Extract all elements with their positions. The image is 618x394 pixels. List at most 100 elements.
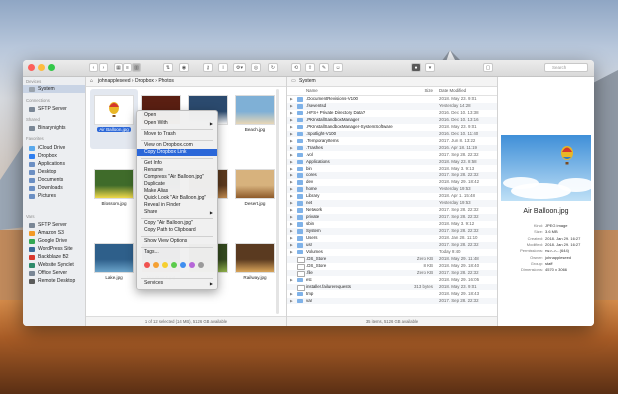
disclosure-triangle-icon[interactable]: ▶: [290, 221, 293, 228]
tag-blue-icon[interactable]: [180, 262, 186, 268]
sidebar-item-binarynights[interactable]: Binarynights: [23, 124, 85, 132]
disclosure-triangle-icon[interactable]: ▶: [290, 235, 293, 242]
menu-item-rename[interactable]: Rename: [137, 167, 217, 174]
menu-item-open-with[interactable]: Open With ▶: [137, 120, 217, 127]
table-row[interactable]: .file Zero KB 2017. Sep 28. 22:32: [287, 269, 497, 278]
smiley-icon[interactable]: ☺: [333, 63, 343, 72]
table-row[interactable]: ▶ Network 2017. Sep 28. 22:32: [287, 207, 497, 214]
disclosure-triangle-icon[interactable]: ▶: [290, 200, 293, 207]
menu-item-show-view-options[interactable]: Show View Options: [137, 238, 217, 245]
sidebar-item-pictures[interactable]: Pictures: [23, 192, 85, 200]
table-row[interactable]: installer.failurerequests 313 bytes 2018. …: [287, 283, 497, 292]
table-row[interactable]: ▶ .Spotlight-V100 2016. Dec 10. 11:40: [287, 130, 497, 138]
column-name[interactable]: Name: [306, 87, 318, 95]
thumbnail-item[interactable]: Lake.jpg: [90, 237, 138, 297]
menu-item-copy-path-to-clipboard[interactable]: Copy Path to Clipboard: [137, 227, 217, 234]
table-row[interactable]: ▶ .PKInstallSandboxManager-SystemSoftware…: [287, 124, 497, 131]
tag-purple-icon[interactable]: [189, 262, 195, 268]
sync-icon[interactable]: ⟲: [291, 63, 301, 72]
close-button[interactable]: [28, 64, 35, 71]
table-row[interactable]: ▶ .HFS+ Private Directory Data? 2016. Dec …: [287, 110, 497, 117]
tag-green-icon[interactable]: [171, 262, 177, 268]
search-input[interactable]: Search: [544, 63, 588, 72]
menu-item-compress-air-balloon-jpg[interactable]: Compress "Air Balloon.jpg": [137, 174, 217, 181]
refresh-icon[interactable]: ↻: [268, 63, 278, 72]
disclosure-triangle-icon[interactable]: ▶: [290, 131, 293, 138]
table-row[interactable]: ▶ .fseventsd Yesterday 14:28: [287, 102, 497, 110]
table-row[interactable]: ▶ bin 2018. May 3. 9:13: [287, 166, 497, 173]
table-row[interactable]: ▶ Library 2018. Apr 1. 15:48: [287, 193, 497, 200]
disclosure-triangle-icon[interactable]: ▶: [290, 96, 293, 103]
sidebar-item-dropbox[interactable]: Dropbox: [23, 152, 85, 160]
column-date[interactable]: Date Modified: [439, 87, 466, 95]
left-scrollbar[interactable]: [276, 89, 279, 314]
thumbnail-item[interactable]: Blossom.jpg: [90, 163, 138, 223]
disclosure-triangle-icon[interactable]: ▶: [290, 152, 293, 159]
tag-yellow-icon[interactable]: [162, 262, 168, 268]
disclosure-triangle-icon[interactable]: ▶: [290, 291, 293, 298]
thumbnail-item[interactable]: Railway.jpg: [231, 237, 279, 297]
disclosure-triangle-icon[interactable]: ▶: [290, 214, 293, 221]
eye-icon[interactable]: ◎: [251, 63, 261, 72]
thumbnail-item[interactable]: Air Balloon.jpg: [90, 89, 138, 149]
table-row[interactable]: ▶ Volumes Today 9:40: [287, 249, 497, 256]
sidebar-item-system[interactable]: System: [23, 85, 85, 93]
disclosure-triangle-icon[interactable]: ▶: [290, 228, 293, 235]
menu-item-reveal-in-finder[interactable]: Reveal in Finder: [137, 202, 217, 209]
table-row[interactable]: ▶ Users 2018. Jan 28. 11:10: [287, 235, 497, 242]
disclosure-triangle-icon[interactable]: ▶: [290, 249, 293, 256]
table-row[interactable]: ▶ home Yesterday 19:53: [287, 186, 497, 194]
quick-look-icon[interactable]: ◉: [179, 63, 189, 72]
column-view-icon[interactable]: ▥: [132, 63, 141, 72]
sidebar-item-google-drive[interactable]: Google Drive: [23, 237, 85, 245]
thumbnail-item[interactable]: Desert.jpg: [231, 163, 279, 223]
menu-item-duplicate[interactable]: Duplicate: [137, 181, 217, 188]
info-icon[interactable]: i: [218, 63, 228, 72]
sidebar-item-desktop[interactable]: Desktop: [23, 168, 85, 176]
preview-icon[interactable]: ▢: [483, 63, 493, 72]
menu-item-services[interactable]: Services ▶: [137, 280, 217, 287]
table-row[interactable]: ▶ sbin 2018. May 3. 9:12: [287, 221, 497, 228]
sidebar-item-amazon-s3[interactable]: Amazon S3: [23, 229, 85, 237]
menu-item-copy-air-balloon-jpg[interactable]: Copy "Air Balloon.jpg": [137, 220, 217, 227]
table-row[interactable]: ▶ tmp 2018. May 29. 18:43: [287, 291, 497, 298]
user-icon[interactable]: ●: [411, 63, 421, 72]
table-row[interactable]: ▶ var 2017. Sep 28. 22:32: [287, 297, 497, 305]
table-row[interactable]: ▶ .vol 2017. Sep 28. 22:32: [287, 152, 497, 159]
menu-item-move-to-trash[interactable]: Move to Trash: [137, 131, 217, 138]
table-row[interactable]: ▶ dev 2018. May 29. 18:42: [287, 179, 497, 186]
sidebar-item-office-server[interactable]: Office Server: [23, 269, 85, 277]
disclosure-triangle-icon[interactable]: ▶: [290, 166, 293, 173]
sidebar-item-sftp-server[interactable]: SFTP Server: [23, 105, 85, 113]
table-row[interactable]: ▶ .Trashes 2016. Apr 18. 11:19: [287, 144, 497, 152]
disclosure-triangle-icon[interactable]: ▶: [290, 277, 293, 284]
disclosure-triangle-icon[interactable]: ▶: [290, 124, 293, 131]
menu-item-get-info[interactable]: Get Info: [137, 160, 217, 167]
disclosure-triangle-icon[interactable]: ▶: [290, 298, 293, 305]
table-row[interactable]: ▶ usr 2017. Sep 28. 22:32: [287, 241, 497, 249]
sidebar-item-documents[interactable]: Documents: [23, 176, 85, 184]
minimize-button[interactable]: [38, 64, 45, 71]
menu-item-copy-dropbox-link[interactable]: Copy Dropbox Link: [137, 149, 217, 156]
disclosure-triangle-icon[interactable]: ▶: [290, 145, 293, 152]
sidebar-item-website-synclet[interactable]: Website Synclet: [23, 261, 85, 269]
dropdown-icon[interactable]: ▾: [425, 63, 435, 72]
edit-icon[interactable]: ✎: [319, 63, 329, 72]
table-row[interactable]: ▶ .TemporaryItems 2017. Jun 8. 13:22: [287, 138, 497, 145]
table-row[interactable]: ▶ .PKInstallSandboxManager 2016. Dec 10. 1…: [287, 116, 497, 124]
disclosure-triangle-icon[interactable]: ▶: [290, 117, 293, 124]
sidebar-item-applications[interactable]: Applications: [23, 160, 85, 168]
gear-icon[interactable]: ⚙▾: [233, 63, 246, 72]
icon-view-icon[interactable]: ▦: [114, 63, 123, 72]
disclosure-triangle-icon[interactable]: ▶: [290, 172, 293, 179]
sidebar-item-icloud-drive[interactable]: iCloud Drive: [23, 144, 85, 152]
table-row[interactable]: ▶ etc 2018. May 29. 16:05: [287, 277, 497, 284]
menu-item-make-alias[interactable]: Make Alias: [137, 188, 217, 195]
sidebar-item-downloads[interactable]: Downloads: [23, 184, 85, 192]
disclosure-triangle-icon[interactable]: ▶: [290, 138, 293, 145]
sidebar-item-wordpress-site[interactable]: WordPress Site: [23, 245, 85, 253]
disclosure-triangle-icon[interactable]: ▶: [290, 193, 293, 200]
menu-item-tags[interactable]: Tags...: [137, 249, 217, 256]
table-row[interactable]: ▶ net Yesterday 19:53: [287, 200, 497, 207]
menu-item-open[interactable]: Open: [137, 112, 217, 119]
